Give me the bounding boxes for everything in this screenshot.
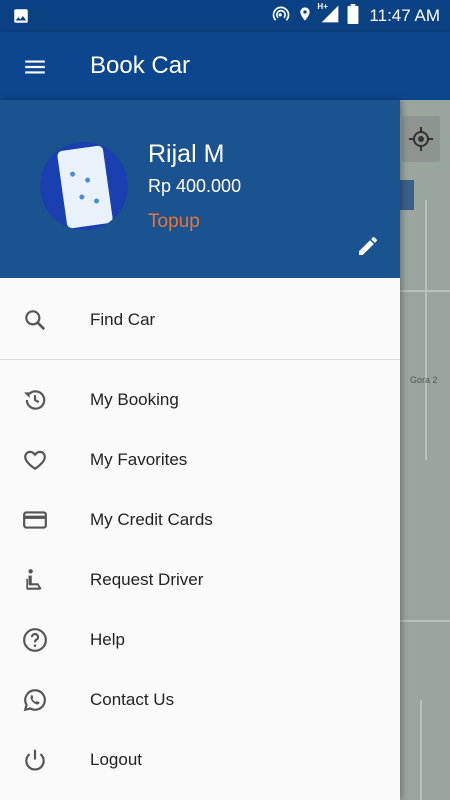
menu-item-contact-us[interactable]: Contact Us	[0, 670, 400, 730]
menu-item-help[interactable]: Help	[0, 610, 400, 670]
credit-card-icon	[22, 507, 48, 533]
power-icon	[22, 747, 48, 773]
menu-item-find-car[interactable]: Find Car	[0, 290, 400, 350]
menu-item-label: Contact Us	[90, 690, 175, 709]
avatar-dot	[79, 194, 85, 200]
map-scrollbar[interactable]	[400, 180, 414, 210]
drawer-header: Rijal M Rp 400.000 Topup	[0, 100, 400, 278]
avatar-dot	[69, 171, 76, 177]
clock: 11:47 AM	[369, 6, 440, 25]
avatar[interactable]	[40, 142, 128, 230]
avatar-dot	[93, 198, 100, 204]
navigation-drawer: Rijal M Rp 400.000 Topup Find Car My Boo…	[0, 100, 400, 800]
avatar-phone-illustration	[56, 145, 114, 229]
help-icon	[22, 627, 48, 653]
signal-icon: H+	[317, 1, 341, 29]
menu-item-label: Logout	[90, 750, 142, 769]
menu-item-label: My Favorites	[90, 450, 188, 469]
map-road	[420, 700, 422, 800]
topup-link[interactable]: Topup	[148, 211, 200, 233]
menu-item-label: My Booking	[90, 390, 179, 409]
seated-person-icon	[22, 567, 48, 593]
menu-item-my-booking[interactable]: My Booking	[0, 370, 400, 430]
hotspot-icon	[271, 4, 291, 29]
page-title: Book Car	[90, 52, 191, 79]
menu-item-label: My Credit Cards	[90, 510, 213, 529]
menu-item-logout[interactable]: Logout	[0, 730, 400, 790]
whatsapp-icon	[22, 687, 48, 713]
menu-item-label: Find Car	[90, 310, 156, 329]
map-road	[400, 620, 450, 622]
menu-divider	[0, 359, 400, 360]
menu-item-label: Help	[90, 630, 125, 649]
menu-item-label: Request Driver	[90, 570, 204, 589]
menu-item-my-favorites[interactable]: My Favorites	[0, 430, 400, 490]
user-name: Rijal M	[148, 140, 225, 168]
search-icon	[22, 307, 48, 333]
gallery-icon	[12, 7, 30, 30]
menu-item-my-credit-cards[interactable]: My Credit Cards	[0, 490, 400, 550]
user-balance: Rp 400.000	[148, 176, 242, 196]
my-location-button[interactable]	[402, 116, 440, 162]
location-icon	[297, 4, 313, 29]
map-place-label: Gora 2	[410, 375, 438, 385]
status-bar: H+ 11:47 AM	[0, 0, 450, 32]
map-road	[425, 200, 427, 460]
app-bar: Book Car	[0, 32, 450, 100]
history-icon	[22, 387, 48, 413]
heart-icon	[22, 447, 48, 473]
hamburger-menu-icon[interactable]	[22, 54, 48, 80]
avatar-dot	[84, 177, 91, 183]
menu-item-request-driver[interactable]: Request Driver	[0, 550, 400, 610]
edit-icon[interactable]	[356, 234, 380, 258]
battery-icon	[347, 3, 359, 29]
network-type: H+	[317, 1, 328, 11]
